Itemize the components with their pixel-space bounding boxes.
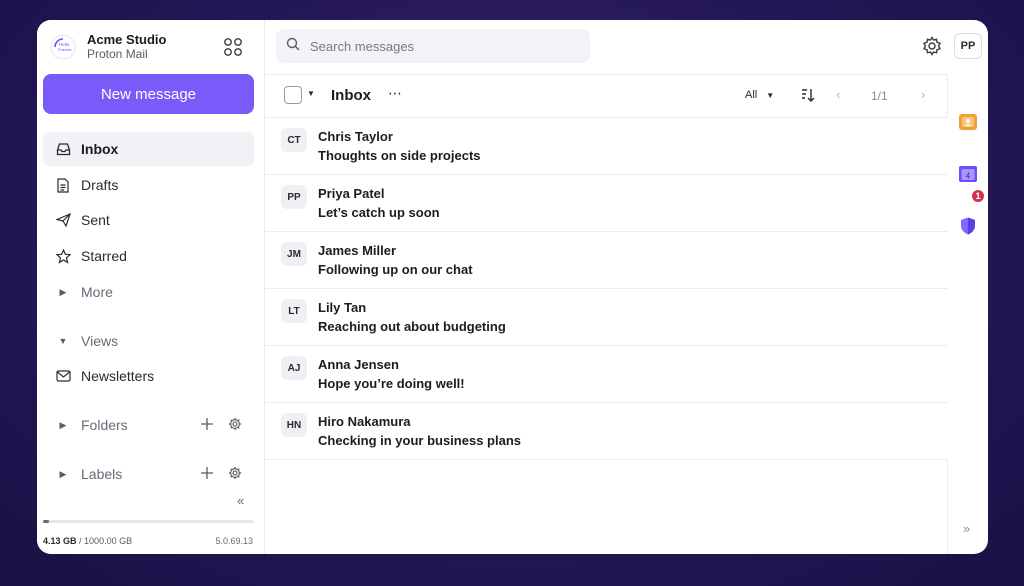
list-toolbar: ▼ Inbox ⋯ All ▼ ‹ 1/1 › xyxy=(265,75,947,118)
search-box[interactable] xyxy=(276,29,590,63)
add-label-icon[interactable] xyxy=(200,466,214,480)
envelope-icon xyxy=(55,368,71,384)
app-window: Hello Friends Acme Studio Proton Mail Ne… xyxy=(37,20,988,554)
page-indicator: 1/1 xyxy=(871,89,888,103)
app-name: Proton Mail xyxy=(87,47,148,61)
storage-usage: 4.13 GB / 1000.00 GB xyxy=(43,536,132,546)
settings-gear-icon[interactable] xyxy=(922,36,942,61)
contacts-app-icon[interactable] xyxy=(958,112,978,137)
search-icon xyxy=(286,37,300,56)
sidebar-item-label: Newsletters xyxy=(81,368,155,384)
message-subject: Reaching out about budgeting xyxy=(318,319,506,334)
sender-avatar: CT xyxy=(281,128,307,152)
storage-bar-fill xyxy=(43,520,50,523)
message-list-panel: ▼ Inbox ⋯ All ▼ ‹ 1/1 › CT Chris Taylor … xyxy=(265,74,948,554)
sidebar-item-sent[interactable]: Sent xyxy=(43,203,254,237)
sender-avatar: LT xyxy=(281,299,307,323)
calendar-app-icon[interactable]: 4 xyxy=(958,164,978,189)
folder-title: Inbox xyxy=(331,87,371,104)
top-bar: PP xyxy=(265,20,988,72)
new-message-button[interactable]: New message xyxy=(43,74,254,114)
select-menu-caret-icon[interactable]: ▼ xyxy=(307,89,315,98)
brand: Hello Friends Acme Studio Proton Mail xyxy=(49,32,166,61)
expand-rail-icon[interactable]: » xyxy=(963,521,970,536)
sender-avatar: AJ xyxy=(281,356,307,380)
label-settings-icon[interactable] xyxy=(228,466,242,480)
sidebar-section-views[interactable]: ▼ Views xyxy=(43,324,254,358)
chevron-down-icon: ▼ xyxy=(766,91,775,100)
sidebar-item-label: More xyxy=(81,284,113,300)
sidebar-section-labels[interactable]: ▶ Labels xyxy=(43,457,254,491)
search-input[interactable] xyxy=(310,38,570,54)
sidebar-item-starred[interactable]: Starred xyxy=(43,239,254,273)
sidebar-item-label: Starred xyxy=(81,248,127,264)
message-sender: James Miller xyxy=(318,243,397,258)
sidebar-section-folders[interactable]: ▶ Folders xyxy=(43,408,254,442)
storage-used: 4.13 GB xyxy=(43,536,77,546)
previous-page-icon[interactable]: ‹ xyxy=(836,87,840,102)
sender-avatar: PP xyxy=(281,185,307,209)
message-sender: Hiro Nakamura xyxy=(318,414,411,429)
message-row[interactable]: AJ Anna Jensen Hope you’re doing well! xyxy=(265,346,948,403)
paper-plane-icon xyxy=(55,212,71,228)
org-name: Acme Studio xyxy=(87,32,167,47)
apps-rail: 4 1 » xyxy=(949,72,988,554)
folder-settings-icon[interactable] xyxy=(228,417,242,431)
folders-label: Folders xyxy=(81,417,128,433)
apps-grid-icon[interactable] xyxy=(223,37,243,57)
add-folder-icon[interactable] xyxy=(200,417,214,431)
message-sender: Anna Jensen xyxy=(318,357,399,372)
next-page-icon[interactable]: › xyxy=(921,87,925,102)
views-label: Views xyxy=(81,333,119,349)
message-subject: Let’s catch up soon xyxy=(318,205,440,220)
message-sender: Lily Tan xyxy=(318,300,367,315)
app-version: 5.0.69.13 xyxy=(215,536,253,546)
labels-label: Labels xyxy=(81,466,123,482)
select-all-checkbox[interactable] xyxy=(284,86,302,104)
org-logo-icon: Hello Friends xyxy=(49,33,77,61)
storage-total: / 1000.00 GB xyxy=(79,536,133,546)
svg-text:Friends: Friends xyxy=(58,47,71,52)
user-avatar-button[interactable]: PP xyxy=(954,33,982,59)
message-sender: Priya Patel xyxy=(318,186,385,201)
message-row[interactable]: CT Chris Taylor Thoughts on side project… xyxy=(265,118,948,175)
message-row[interactable]: PP Priya Patel Let’s catch up soon xyxy=(265,175,948,232)
caret-right-icon: ▶ xyxy=(59,468,67,479)
sidebar-item-inbox[interactable]: Inbox xyxy=(43,132,254,166)
sidebar-item-label: Inbox xyxy=(81,141,119,157)
sidebar-item-more[interactable]: ▶ More xyxy=(43,275,254,309)
sender-avatar: JM xyxy=(281,242,307,266)
sidebar-item-label: Drafts xyxy=(81,177,119,193)
caret-right-icon: ▶ xyxy=(59,286,67,297)
notification-badge: 1 xyxy=(971,189,985,203)
message-subject: Hope you’re doing well! xyxy=(318,376,465,391)
caret-right-icon: ▶ xyxy=(59,419,67,430)
sidebar-item-drafts[interactable]: Drafts xyxy=(43,168,254,202)
filter-value: All xyxy=(745,89,758,101)
sidebar-item-label: Sent xyxy=(81,212,110,228)
sidebar: Hello Friends Acme Studio Proton Mail Ne… xyxy=(37,20,265,554)
sidebar-item-newsletters[interactable]: Newsletters xyxy=(43,359,254,393)
collapse-sidebar-icon[interactable]: « xyxy=(237,493,244,508)
message-subject: Thoughts on side projects xyxy=(318,148,481,163)
more-actions-button[interactable]: ⋯ xyxy=(388,85,403,102)
calendar-day: 4 xyxy=(966,172,971,181)
message-row[interactable]: LT Lily Tan Reaching out about budgeting xyxy=(265,289,948,346)
message-sender: Chris Taylor xyxy=(318,129,393,144)
message-subject: Checking in your business plans xyxy=(318,433,521,448)
security-shield-icon[interactable] xyxy=(958,216,978,241)
main-panel: PP ▼ Inbox ⋯ All ▼ ‹ 1/1 › CT xyxy=(265,20,988,554)
star-icon xyxy=(55,248,71,264)
sort-icon[interactable] xyxy=(800,87,816,108)
message-subject: Following up on our chat xyxy=(318,262,473,277)
message-row[interactable]: JM James Miller Following up on our chat xyxy=(265,232,948,289)
file-icon xyxy=(55,177,71,193)
inbox-icon xyxy=(55,141,71,157)
message-row[interactable]: HN Hiro Nakamura Checking in your busine… xyxy=(265,403,948,460)
filter-dropdown[interactable]: All ▼ xyxy=(745,89,774,101)
caret-down-icon: ▼ xyxy=(58,336,68,346)
storage-bar xyxy=(43,520,254,523)
sender-avatar: HN xyxy=(281,413,307,437)
